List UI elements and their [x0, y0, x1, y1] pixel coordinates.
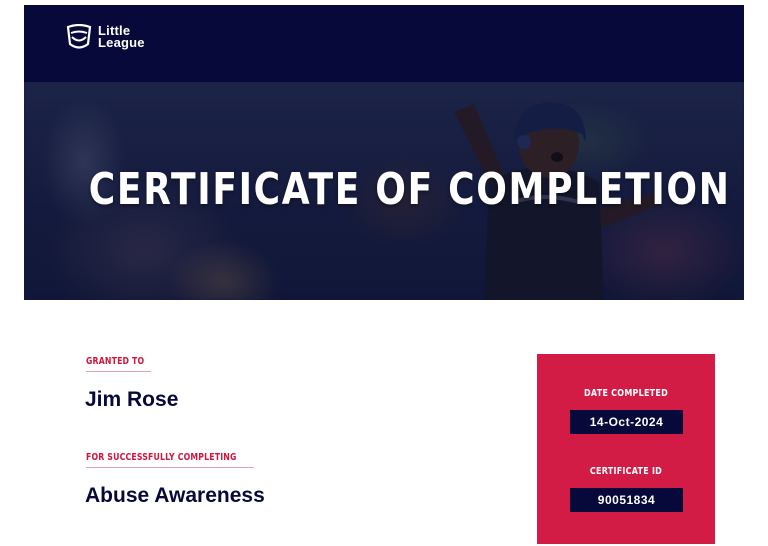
logo-text: Little League: [98, 24, 145, 50]
header-bar: Little League: [24, 5, 744, 82]
certificate-id-label: CERTIFICATE ID: [589, 466, 663, 477]
certificate-id-value: 90051834: [570, 488, 683, 512]
granted-to-underline: [86, 371, 151, 372]
certificate-title: CERTIFICATE OF COMPLETION: [88, 164, 731, 215]
hero-banner: CERTIFICATE OF COMPLETION: [24, 82, 744, 300]
recipient-name: Jim Rose: [85, 388, 179, 411]
completing-underline: [86, 467, 254, 468]
completing-label: FOR SUCCESSFULLY COMPLETING: [86, 452, 237, 463]
little-league-shield-icon: [66, 24, 92, 49]
date-completed-value: 14-Oct-2024: [570, 410, 683, 434]
date-completed-label: DATE COMPLETED: [584, 388, 668, 399]
certificate-page: Little League CERTIFICATE OF COMPLETION: [0, 0, 768, 546]
little-league-logo: Little League: [64, 24, 145, 50]
logo-line-2: League: [98, 35, 145, 50]
certificate-details-card: DATE COMPLETED 14-Oct-2024 CERTIFICATE I…: [537, 354, 715, 544]
granted-to-label: GRANTED TO: [86, 356, 145, 367]
course-name: Abuse Awareness: [85, 484, 265, 507]
